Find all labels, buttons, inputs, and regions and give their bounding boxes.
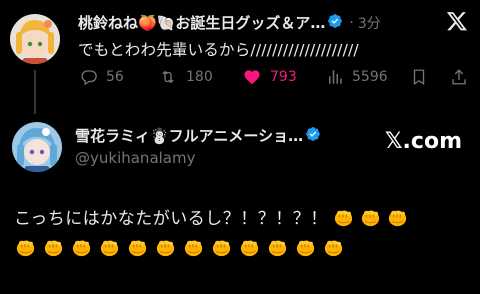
fist-emoji-group [332, 206, 409, 229]
reply-count: 56 [106, 69, 124, 85]
like-button[interactable]: 793 [242, 68, 297, 86]
fist-emoji-icon [14, 236, 37, 259]
bookmark-icon [410, 68, 428, 86]
verified-badge-icon [305, 126, 321, 146]
fist-emoji-icon [359, 206, 382, 229]
share-button[interactable] [450, 68, 468, 86]
fist-emoji-icon [332, 206, 355, 229]
fist-emoji-icon [266, 236, 289, 259]
tweet-actions: 56 180 793 5596 [76, 68, 476, 90]
separator-dot: · [349, 14, 354, 31]
retweet-count: 180 [186, 69, 213, 85]
like-count: 793 [270, 69, 297, 85]
quoted-text-line: こっちにはかなたがいるし？！？！？！ [14, 204, 409, 229]
quoted-author-name[interactable]: 雪花ラミィ☃️フルアニメーショ… [75, 125, 303, 146]
views-icon [326, 68, 344, 86]
bookmark-button[interactable] [410, 68, 428, 86]
fist-emoji-icon [154, 236, 177, 259]
retweet-icon [158, 68, 178, 86]
verified-badge-icon [327, 13, 343, 33]
reply-icon [80, 68, 98, 86]
quoted-handle[interactable]: @yukihanalamy [75, 149, 195, 167]
quoted-header: 雪花ラミィ☃️フルアニメーショ… [75, 125, 321, 146]
share-icon [450, 68, 468, 86]
reply-button[interactable]: 56 [80, 68, 124, 86]
fist-emoji-icon [322, 236, 345, 259]
views-count: 5596 [352, 69, 388, 85]
x-com-brand[interactable]: 𝕏.com [385, 129, 462, 154]
fist-emoji-icon [294, 236, 317, 259]
tweet-text: でもとわわ先輩いるから//////////////////// [78, 41, 359, 59]
tweet-time[interactable]: 3分 [358, 13, 381, 33]
avatar[interactable] [12, 122, 62, 172]
quoted-text: こっちにはかなたがいるし？！？！？！ [14, 209, 328, 229]
fist-emoji-icon [386, 206, 409, 229]
fist-emoji-icon [182, 236, 205, 259]
tweet-header: 桃鈴ねね🍑🐚お誕生日グッズ＆ア… · 3分 [78, 12, 381, 33]
thread-line [34, 70, 36, 114]
views-button[interactable]: 5596 [326, 68, 388, 86]
fist-emoji-icon [42, 236, 65, 259]
x-logo-icon[interactable] [446, 10, 468, 36]
retweet-button[interactable]: 180 [158, 68, 213, 86]
fist-emoji-icon [126, 236, 149, 259]
heart-icon [242, 68, 262, 86]
fist-emoji-icon [98, 236, 121, 259]
fist-emoji-icon [210, 236, 233, 259]
fist-emoji-icon [70, 236, 93, 259]
fist-emoji-icon [238, 236, 261, 259]
fist-emoji-row [14, 236, 345, 259]
avatar[interactable] [10, 14, 60, 64]
author-name[interactable]: 桃鈴ねね🍑🐚お誕生日グッズ＆ア… [78, 12, 325, 33]
